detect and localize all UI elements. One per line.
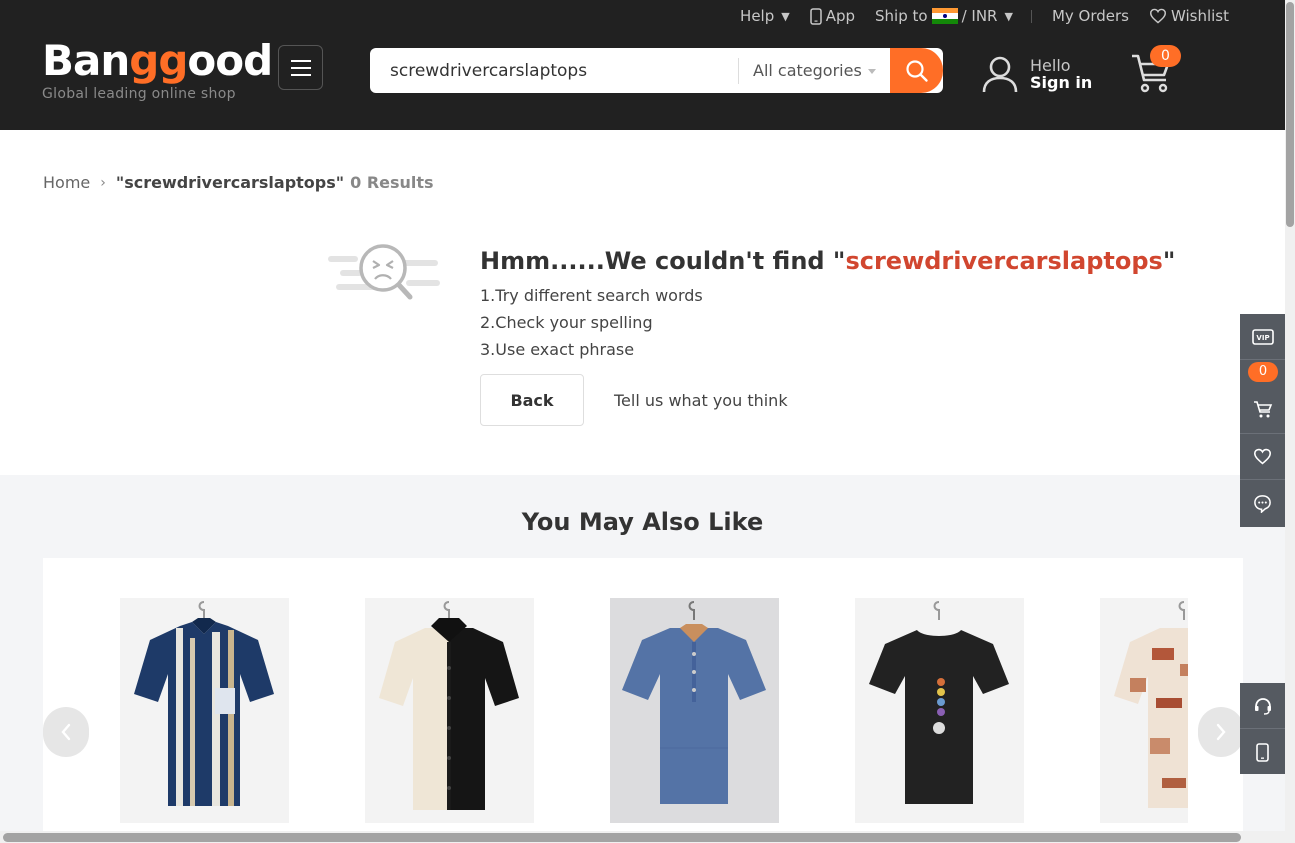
caret-down-icon: ▼ (781, 9, 790, 23)
scrollbar-thumb[interactable] (3, 833, 1241, 842)
side-toolbar-bottom (1240, 683, 1285, 774)
product-image-denim-shirt (610, 598, 779, 823)
side-cart-button[interactable]: 0 (1240, 360, 1285, 434)
hamburger-icon (290, 59, 311, 62)
side-toolbar: VIP 0 (1240, 314, 1285, 527)
category-select[interactable]: All categories (739, 61, 889, 80)
caret-down-icon: ▼ (1004, 9, 1013, 23)
horizontal-scrollbar[interactable] (0, 831, 1285, 843)
chevron-right-icon: › (100, 174, 106, 191)
searched-keyword: screwdrivercarslaptops (845, 247, 1163, 275)
mobile-app-button[interactable] (1240, 729, 1285, 775)
search-button[interactable] (890, 48, 943, 93)
chevron-right-icon (1216, 723, 1226, 741)
side-cart-badge: 0 (1248, 362, 1278, 382)
product-image-black-cream-shirt (365, 598, 534, 823)
product-image-black-tshirt (855, 598, 1024, 823)
no-results-heading: Hmm......We couldn't find "screwdriverca… (480, 247, 1176, 275)
carousel-next-button[interactable] (1198, 707, 1244, 757)
side-chat-button[interactable] (1240, 480, 1285, 526)
product-card[interactable] (610, 598, 779, 823)
product-image-striped-shirt (120, 598, 289, 823)
wishlist-link[interactable]: Wishlist (1149, 7, 1229, 25)
recommendations-title: You May Also Like (521, 508, 764, 536)
site-header: Help ▼ App Ship to / INR ▼ My Orders Wis… (0, 0, 1285, 130)
logo-wordmark: Banggood (42, 36, 273, 85)
headset-icon (1254, 697, 1271, 715)
cart-count-badge: 0 (1150, 45, 1181, 67)
logo-tagline: Global leading online shop (42, 86, 236, 102)
hello-label: Hello (1030, 56, 1071, 75)
search-tips: 1.Try different search words 2.Check you… (480, 282, 1175, 363)
customer-service-button[interactable] (1240, 683, 1285, 729)
feedback-link[interactable]: Tell us what you think (614, 391, 788, 410)
breadcrumb: Home › "screwdrivercarslaptops" 0 Result… (43, 173, 434, 192)
recommendations-section: You May Also Like (0, 475, 1285, 843)
cart-icon (1253, 400, 1272, 417)
breadcrumb-query: "screwdrivercarslaptops" (115, 173, 345, 192)
vip-button[interactable]: VIP (1240, 314, 1285, 360)
product-card[interactable] (855, 598, 1024, 823)
cart-button[interactable]: 0 (1130, 45, 1181, 98)
account-signin[interactable]: Hello Sign in (980, 54, 1092, 94)
search-icon (905, 59, 928, 82)
tip-item: 2.Check your spelling (480, 313, 653, 332)
result-count: 0 Results (350, 173, 434, 192)
category-menu-button[interactable] (278, 45, 323, 90)
heart-icon (1149, 8, 1166, 24)
banggood-logo[interactable]: Banggood Global leading online shop (42, 36, 273, 103)
help-menu[interactable]: Help ▼ (740, 7, 790, 25)
product-card[interactable] (1100, 598, 1188, 823)
product-carousel (43, 558, 1243, 843)
vip-icon: VIP (1251, 328, 1274, 345)
product-image-printed-shirt (1100, 598, 1188, 823)
app-link[interactable]: App (809, 7, 856, 25)
product-card[interactable] (120, 598, 289, 823)
product-card[interactable] (365, 598, 534, 823)
chat-bubble-icon (1254, 494, 1271, 513)
heart-icon (1253, 448, 1272, 465)
back-button[interactable]: Back (480, 374, 584, 426)
sign-in-link[interactable]: Sign in (1030, 74, 1092, 91)
wishlist-label: Wishlist (1170, 7, 1229, 25)
search-bar: All categories (370, 48, 943, 93)
caret-down-icon (867, 69, 876, 74)
search-input[interactable] (370, 50, 738, 91)
currency-label: / INR (961, 7, 998, 25)
no-results-panel: Hmm......We couldn't find "screwdriverca… (480, 246, 1175, 426)
scrollbar-thumb[interactable] (1286, 2, 1294, 227)
my-orders-link[interactable]: My Orders (1052, 7, 1129, 25)
help-label: Help (740, 7, 775, 25)
my-orders-label: My Orders (1051, 7, 1129, 25)
india-flag-icon (931, 8, 958, 24)
ship-to-label: Ship to (875, 7, 928, 25)
category-select-label: All categories (753, 61, 862, 80)
carousel-prev-button[interactable] (43, 707, 89, 757)
tip-item: 3.Use exact phrase (480, 340, 635, 359)
phone-icon (809, 7, 822, 25)
breadcrumb-home[interactable]: Home (43, 173, 90, 192)
vertical-scrollbar[interactable] (1285, 0, 1295, 843)
svg-text:VIP: VIP (1256, 334, 1269, 342)
app-label: App (825, 7, 856, 25)
side-wishlist-button[interactable] (1240, 434, 1285, 480)
user-icon (982, 56, 1018, 93)
top-bar: Help ▼ App Ship to / INR ▼ My Orders Wis… (720, 6, 1229, 26)
divider (1030, 9, 1032, 23)
ship-to-selector[interactable]: Ship to / INR ▼ (875, 7, 1013, 25)
chevron-left-icon (61, 723, 71, 741)
phone-icon (1256, 742, 1269, 762)
tip-item: 1.Try different search words (480, 286, 703, 305)
sad-magnifier-icon (326, 240, 442, 306)
